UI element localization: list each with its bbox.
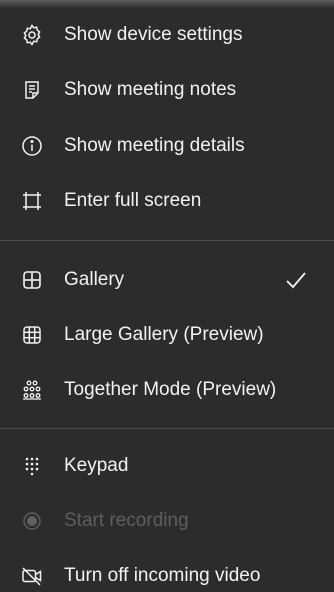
menu-item-label: Turn off incoming video [64, 565, 261, 586]
menu-item-label: Start recording [64, 510, 189, 531]
menu-divider [0, 428, 334, 429]
menu-item-label: Show meeting details [64, 135, 245, 156]
more-actions-menu: Show device settings Show meeting notes … [0, 0, 334, 592]
menu-item-label: Show device settings [64, 24, 243, 45]
info-icon [20, 134, 44, 158]
menu-item-full-screen[interactable]: Enter full screen [0, 173, 334, 229]
menu-item-meeting-details[interactable]: Show meeting details [0, 118, 334, 174]
fullscreen-icon [20, 189, 44, 213]
menu-item-gallery[interactable]: Gallery [0, 252, 334, 308]
menu-item-label: Show meeting notes [64, 79, 237, 100]
menu-item-meeting-notes[interactable]: Show meeting notes [0, 62, 334, 118]
large-gallery-icon [20, 323, 44, 347]
menu-item-large-gallery[interactable]: Large Gallery (Preview) [0, 307, 334, 363]
menu-item-start-recording: Start recording [0, 493, 334, 549]
menu-item-keypad[interactable]: Keypad [0, 438, 334, 494]
menu-item-label: Enter full screen [64, 190, 202, 211]
video-off-icon [20, 564, 44, 588]
gear-icon [20, 23, 44, 47]
menu-item-label: Together Mode (Preview) [64, 379, 277, 400]
together-mode-icon [20, 378, 44, 402]
menu-item-device-settings[interactable]: Show device settings [0, 7, 334, 63]
gallery-icon [20, 268, 44, 292]
notes-icon [20, 78, 44, 102]
menu-item-together-mode[interactable]: Together Mode (Preview) [0, 362, 334, 418]
menu-divider [0, 240, 334, 241]
menu-item-label: Gallery [64, 269, 125, 290]
checkmark-icon [286, 272, 306, 289]
keypad-icon [20, 454, 44, 478]
menu-item-label: Keypad [64, 455, 129, 476]
record-icon [20, 509, 44, 533]
menu-item-turn-off-incoming-video[interactable]: Turn off incoming video [0, 548, 334, 592]
menu-item-label: Large Gallery (Preview) [64, 324, 264, 345]
